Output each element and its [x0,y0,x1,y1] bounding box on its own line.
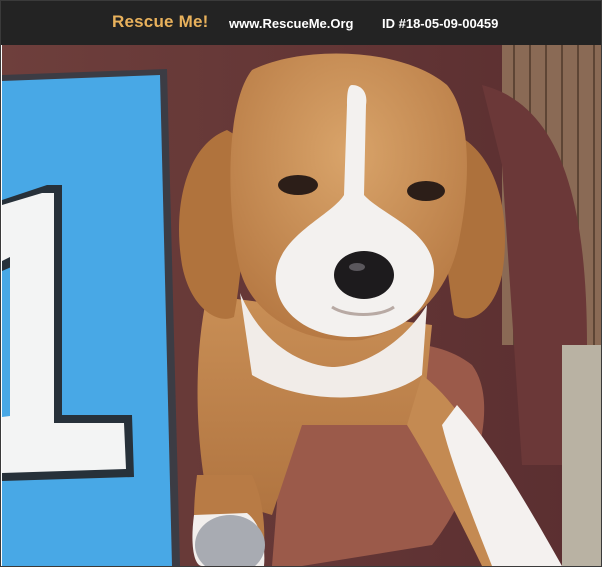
left-eye [278,175,318,195]
header-bar: Rescue Me! www.RescueMe.Org ID #18-05-09… [1,1,601,45]
number-sign [2,69,180,566]
site-url[interactable]: www.RescueMe.Org [229,16,354,31]
ground-background [562,345,601,566]
right-eye [407,181,445,201]
pet-id: ID #18-05-09-00459 [382,16,499,31]
puppy-photo-image [2,45,601,566]
pet-photo [2,45,601,566]
puppy-nose [334,251,394,299]
listing-card: Rescue Me! www.RescueMe.Org ID #18-05-09… [0,0,602,567]
nose-highlight [349,263,365,271]
brand-logo[interactable]: Rescue Me! [112,12,208,32]
